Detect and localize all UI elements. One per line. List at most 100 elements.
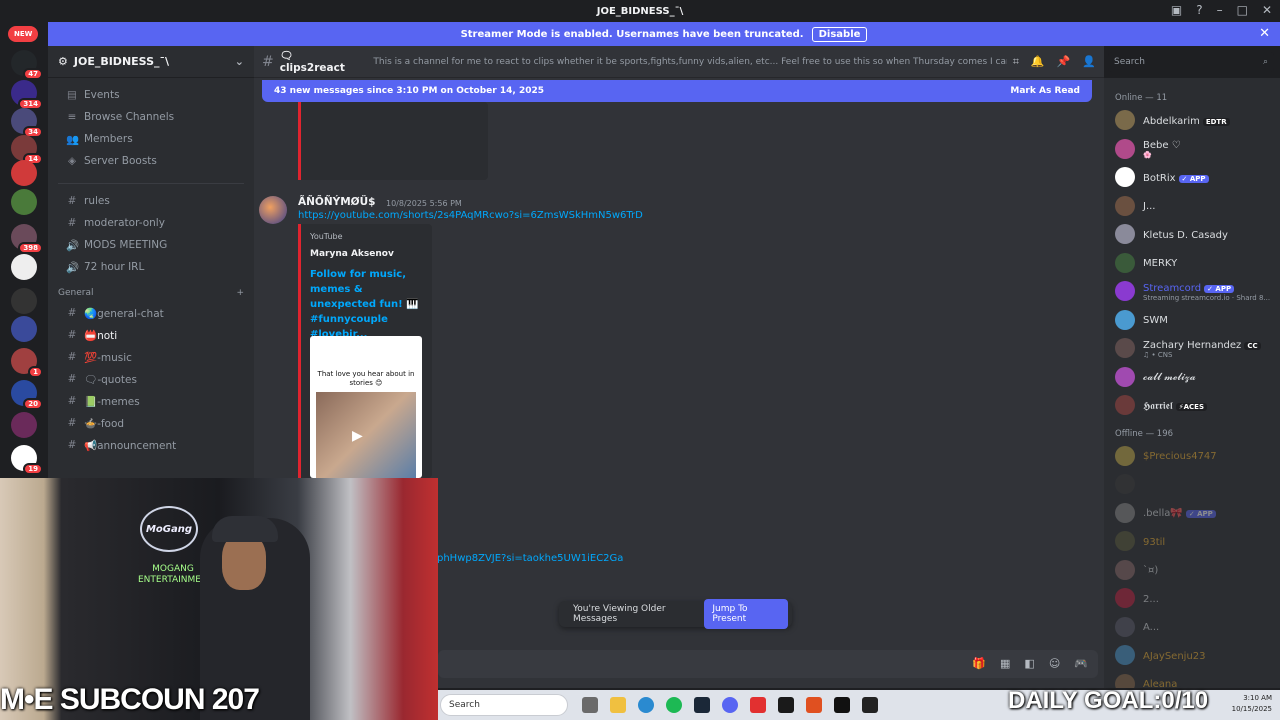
threads-icon[interactable]: ⌗	[1013, 55, 1019, 69]
help-icon[interactable]: ?	[1196, 3, 1202, 17]
apps-icon[interactable]: 🎮	[1074, 657, 1088, 670]
embed-author[interactable]: Maryna Aksenov	[310, 249, 423, 259]
t-icon[interactable]	[806, 697, 822, 713]
member-item[interactable]	[1104, 470, 1280, 499]
channel-item[interactable]: # 🌏general-chat	[54, 302, 248, 324]
member-list-icon[interactable]: 👤	[1082, 55, 1096, 69]
member-item[interactable]: SWM	[1104, 306, 1280, 335]
sticker-icon[interactable]: ◧	[1024, 657, 1034, 670]
task-view-icon[interactable]	[582, 697, 598, 713]
member-item[interactable]: Streamcord ✓ APP Streaming streamcord.io ·…	[1104, 277, 1280, 306]
member-item[interactable]: Abdelkarim EDTR	[1104, 106, 1280, 135]
play-icon[interactable]: ▶	[352, 428, 363, 444]
member-item[interactable]: A...	[1104, 613, 1280, 642]
avatar	[1115, 445, 1135, 466]
server-icon[interactable]	[11, 316, 37, 342]
gif-icon[interactable]: ▦	[1000, 657, 1010, 670]
server-icon[interactable]: 1	[11, 348, 43, 378]
obs-icon[interactable]	[862, 697, 878, 713]
gift-icon[interactable]: 🎁	[972, 657, 986, 670]
tiktok-icon[interactable]	[834, 697, 850, 713]
member-item[interactable]: .bella🎀 ✓ APP	[1104, 499, 1280, 528]
server-icon[interactable]: 14	[11, 135, 43, 165]
member-item[interactable]: BotRix ✓ APP	[1104, 163, 1280, 192]
server-icon[interactable]: 19	[11, 445, 43, 475]
channel-item[interactable]: 🔊 72 hour IRL	[54, 256, 248, 278]
message-link[interactable]: https://youtube.com/shorts/2s4PAqMRcwo?s…	[298, 210, 643, 221]
member-item[interactable]: Bebe ♡ 🌸	[1104, 135, 1280, 164]
server-header[interactable]: ⚙ JOE_BIDNESS_¯\ ⌄	[48, 46, 254, 78]
server-icon[interactable]	[11, 412, 37, 438]
channel-topic[interactable]: This is a channel for me to react to cli…	[373, 57, 1006, 67]
emoji-icon[interactable]: ☺	[1049, 657, 1060, 670]
channel-item[interactable]: # 📗-memes	[54, 390, 248, 412]
media-icon[interactable]	[778, 697, 794, 713]
jump-to-present-button[interactable]: Jump To Present	[704, 599, 788, 629]
nav-events[interactable]: ▤ Events	[54, 84, 248, 106]
nav-browse-channels[interactable]: ≡ Browse Channels	[54, 106, 248, 128]
member-item[interactable]: `¤)	[1104, 556, 1280, 585]
explorer-icon[interactable]	[610, 697, 626, 713]
channel-label: moderator-only	[84, 217, 165, 229]
channel-item[interactable]: # 🍲-food	[54, 412, 248, 434]
channel-item[interactable]: # 📛noti	[54, 324, 248, 346]
spotify-icon[interactable]	[666, 697, 682, 713]
app-icon[interactable]	[750, 697, 766, 713]
message-link-2[interactable]: phHwp8ZVJE?si=taokhe5UW1iEC2Ga	[437, 553, 623, 564]
channel-label: 📗-memes	[84, 395, 140, 408]
server-icon[interactable]: 34	[11, 108, 43, 138]
server-icon[interactable]	[11, 189, 37, 215]
channel-item[interactable]: 🔊 MODS MEETING	[54, 234, 248, 256]
member-item[interactable]: Aleana	[1104, 670, 1280, 688]
message-input[interactable]: 🎁 ▦ ◧ ☺ 🎮	[438, 650, 1098, 678]
bell-icon[interactable]: 🔔	[1031, 55, 1045, 69]
server-icon[interactable]	[11, 160, 37, 186]
channel-item[interactable]: # 💯-music	[54, 346, 248, 368]
add-channel-icon[interactable]: +	[236, 288, 244, 298]
member-item[interactable]: Kletus D. Casady	[1104, 220, 1280, 249]
edge-icon[interactable]	[638, 697, 654, 713]
video-thumbnail[interactable]: That love you hear about in stories 😊 ▶	[310, 336, 422, 478]
member-item[interactable]: 𝕳𝖆𝖗𝖗𝖎𝖊𝖑 ⚡ACES	[1104, 391, 1280, 420]
server-icon[interactable]: 314	[11, 80, 43, 110]
channel-item[interactable]: # 📢announcement	[54, 434, 248, 456]
member-item[interactable]: AJaySenju23	[1104, 641, 1280, 670]
channel-item[interactable]: # moderator-only	[54, 212, 248, 234]
minimize-button[interactable]: –	[1217, 3, 1223, 17]
disable-streamer-button[interactable]: Disable	[811, 26, 868, 42]
channel-item[interactable]: # 🗨-quotes	[54, 368, 248, 390]
embed-title[interactable]: Follow for music, memes & unexpected fun…	[310, 267, 423, 342]
inbox-icon[interactable]: ▣	[1171, 3, 1182, 17]
pin-icon[interactable]: 📌	[1057, 55, 1071, 69]
mark-as-read-button[interactable]: Mark As Read	[1010, 86, 1080, 96]
avatar[interactable]	[259, 196, 287, 224]
server-icon[interactable]	[11, 288, 37, 314]
streamer-mode-banner: Streamer Mode is enabled. Usernames have…	[48, 22, 1280, 46]
member-item[interactable]: 𝓬𝓪𝓵𝓵 𝓶𝓮𝓵𝓲𝔃𝓪	[1104, 363, 1280, 392]
new-messages-bar[interactable]: 43 new messages since 3:10 PM on October…	[262, 80, 1092, 102]
server-icon[interactable]: 398	[11, 224, 43, 254]
member-name: A...	[1143, 622, 1160, 634]
server-icon[interactable]	[11, 254, 37, 280]
search-input[interactable]: Search ⌕	[1108, 52, 1274, 72]
window-title: JOE_BIDNESS_¯\	[596, 5, 684, 17]
member-item[interactable]: MERKY	[1104, 249, 1280, 278]
member-item[interactable]: Zachary Hernandez CC ♫ • CNS	[1104, 334, 1280, 363]
maximize-button[interactable]: □	[1237, 3, 1248, 17]
message-author[interactable]: ÃÑÕÑÝMØÜ$	[298, 196, 375, 208]
member-item[interactable]: 2...	[1104, 584, 1280, 613]
nav-server-boosts[interactable]: ◈ Server Boosts	[54, 150, 248, 172]
server-icon[interactable]: 47	[11, 50, 43, 80]
member-item[interactable]: 93til	[1104, 527, 1280, 556]
member-item[interactable]: $Precious4747	[1104, 442, 1280, 471]
member-item[interactable]: J...	[1104, 192, 1280, 221]
category-general[interactable]: General +	[48, 278, 254, 302]
server-icon[interactable]: 20	[11, 380, 43, 410]
steam-icon[interactable]	[694, 697, 710, 713]
close-window-button[interactable]: ✕	[1262, 3, 1272, 17]
discord-icon[interactable]	[722, 697, 738, 713]
taskbar-search[interactable]: Search	[440, 694, 568, 716]
channel-item[interactable]: # rules	[54, 190, 248, 212]
nav-members[interactable]: 👥 Members	[54, 128, 248, 150]
close-banner-icon[interactable]: ✕	[1259, 26, 1270, 41]
